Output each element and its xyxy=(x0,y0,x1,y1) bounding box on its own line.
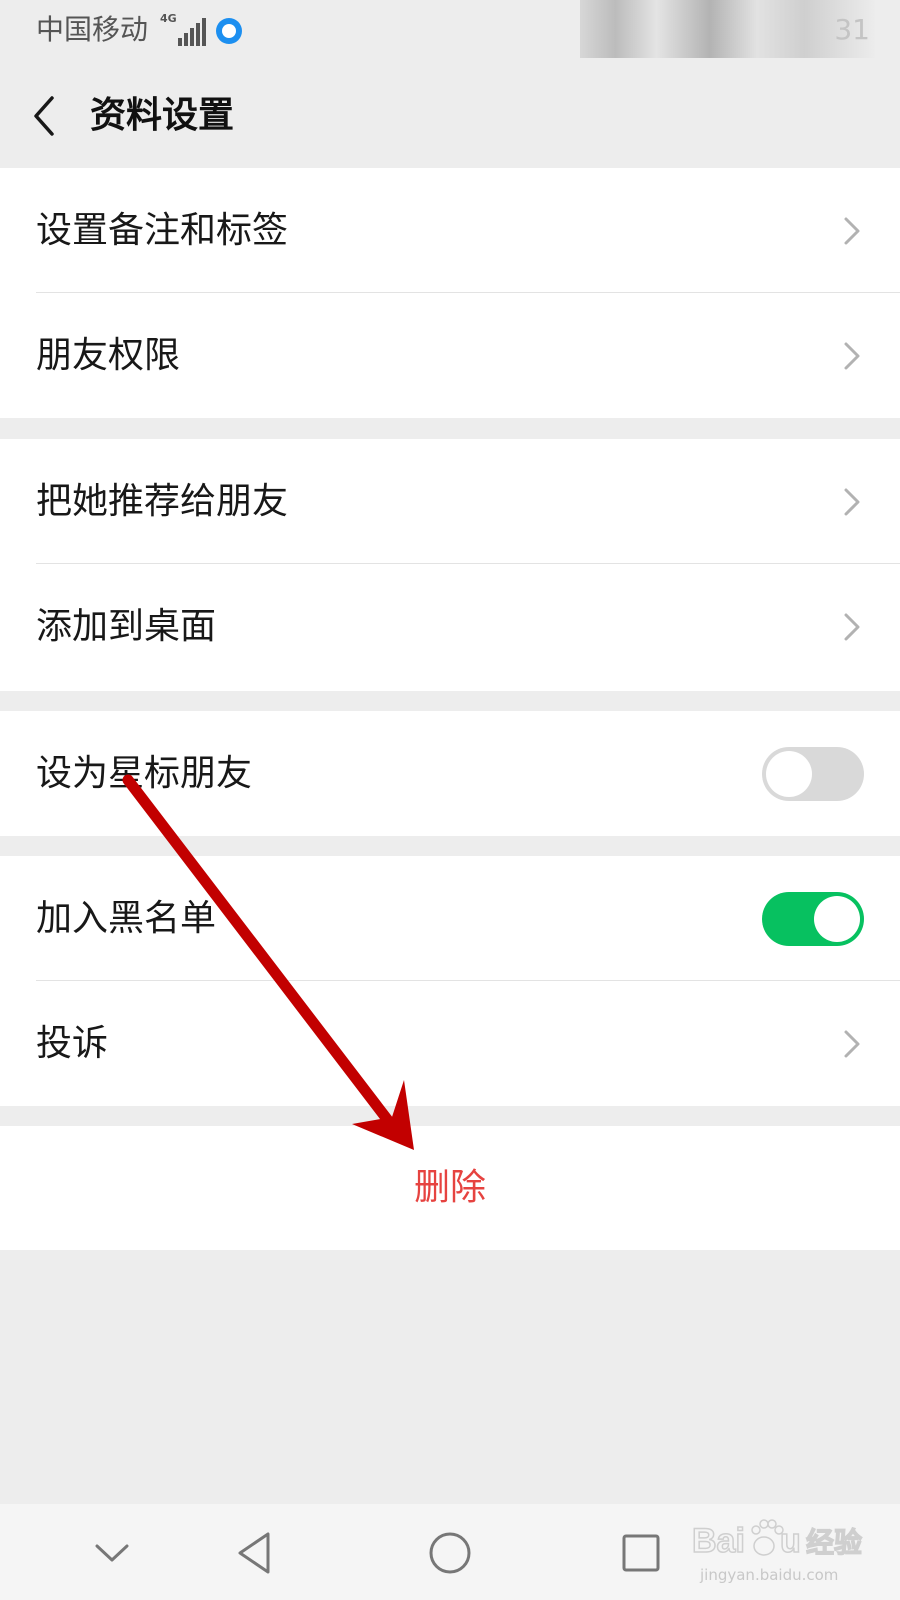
row-add-to-desktop[interactable]: 添加到桌面 xyxy=(0,564,900,689)
blurred-status-area xyxy=(580,0,875,58)
row-label: 朋友权限 xyxy=(36,335,181,376)
row-label: 加入黑名单 xyxy=(36,898,217,939)
recents-square-icon[interactable] xyxy=(616,1528,666,1578)
row-star-friend: 设为星标朋友 xyxy=(0,711,900,836)
back-button[interactable] xyxy=(26,88,82,144)
chevron-right-icon xyxy=(844,613,860,641)
settings-group-star: 设为星标朋友 xyxy=(0,711,900,836)
notification-app-icon xyxy=(216,18,242,44)
chevron-down-icon[interactable] xyxy=(87,1528,137,1578)
row-label: 把她推荐给朋友 xyxy=(36,481,289,522)
back-triangle-icon[interactable] xyxy=(232,1528,282,1578)
row-label: 设为星标朋友 xyxy=(36,753,253,794)
carrier-name: 中国移动 xyxy=(36,13,149,46)
settings-group-remark: 设置备注和标签 朋友权限 xyxy=(0,168,900,418)
chevron-right-icon xyxy=(844,488,860,516)
blacklist-toggle[interactable] xyxy=(762,892,864,946)
row-label: 设置备注和标签 xyxy=(36,210,289,251)
settings-group-blacklist: 加入黑名单 投诉 xyxy=(0,856,900,1106)
row-label: 投诉 xyxy=(36,1023,109,1064)
row-friend-permissions[interactable]: 朋友权限 xyxy=(0,293,900,418)
row-set-remark-and-tags[interactable]: 设置备注和标签 xyxy=(0,168,900,293)
star-friend-toggle[interactable] xyxy=(762,747,864,801)
nav-header: 资料设置 xyxy=(0,62,900,168)
system-nav-bar xyxy=(0,1504,900,1600)
row-complain[interactable]: 投诉 xyxy=(0,981,900,1106)
home-circle-icon[interactable] xyxy=(425,1528,475,1578)
chevron-left-icon xyxy=(34,96,54,136)
row-label: 添加到桌面 xyxy=(36,606,217,647)
settings-group-share: 把她推荐给朋友 添加到桌面 xyxy=(0,439,900,691)
chevron-right-icon xyxy=(844,342,860,370)
chevron-right-icon xyxy=(844,217,860,245)
delete-group: 删除 xyxy=(0,1126,900,1250)
toggle-knob xyxy=(814,896,860,942)
status-clock: 31 xyxy=(834,13,870,46)
row-add-to-blacklist: 加入黑名单 xyxy=(0,856,900,981)
row-recommend-to-friend[interactable]: 把她推荐给朋友 xyxy=(0,439,900,564)
status-bar: 中国移动 4G 31 xyxy=(0,0,900,62)
chevron-right-icon xyxy=(844,1030,860,1058)
network-type-label: 4G xyxy=(160,12,177,25)
page-title: 资料设置 xyxy=(90,95,235,136)
delete-button[interactable]: 删除 xyxy=(0,1126,900,1250)
signal-strength-icon: 4G xyxy=(160,12,206,46)
toggle-knob xyxy=(766,751,812,797)
